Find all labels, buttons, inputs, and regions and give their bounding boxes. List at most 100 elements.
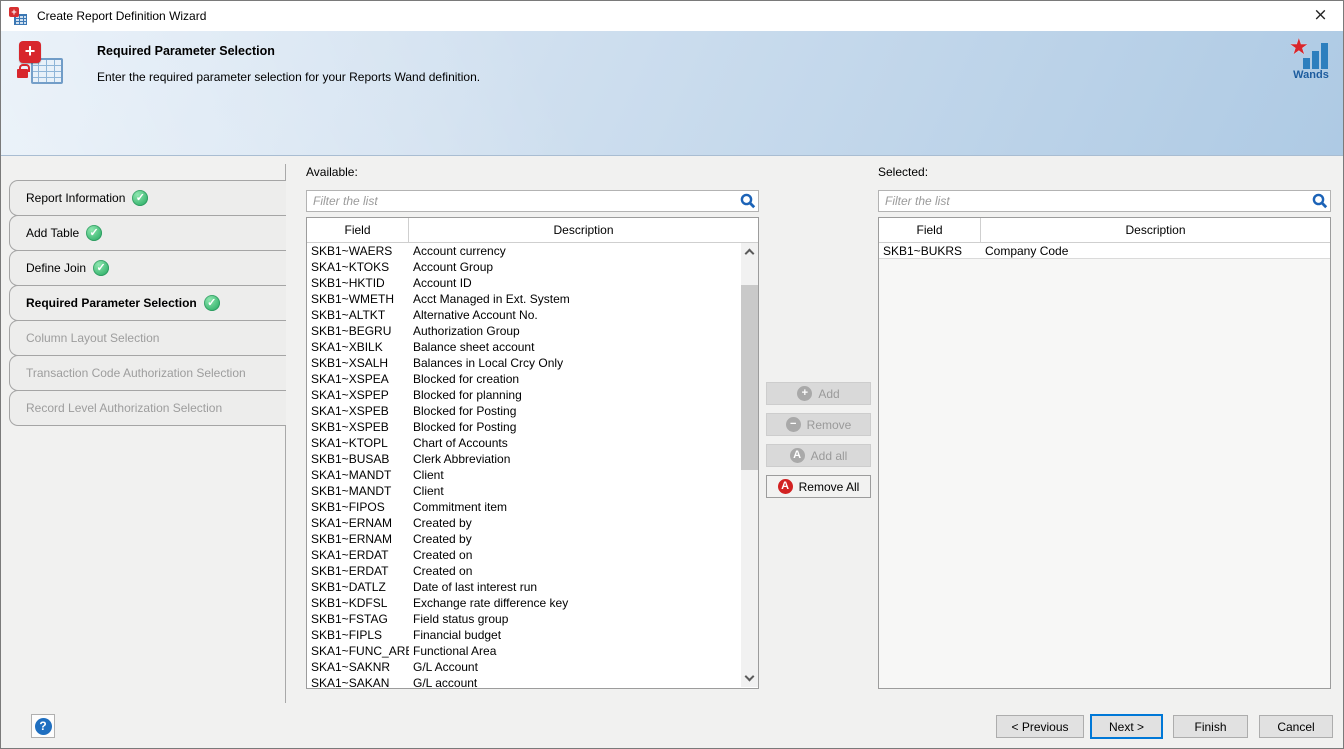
description-cell: Balance sheet account [409, 339, 741, 355]
available-label: Available: [306, 165, 358, 179]
table-row[interactable]: SKB1~WAERSAccount currency [307, 243, 741, 259]
checkmark-icon: ✓ [204, 295, 220, 311]
table-row[interactable]: SKB1~ALTKTAlternative Account No. [307, 307, 741, 323]
description-cell: G/L account [409, 675, 741, 688]
available-filter [306, 190, 759, 212]
step-label: Add Table [26, 226, 79, 240]
table-row[interactable]: SKB1~HKTIDAccount ID [307, 275, 741, 291]
table-row[interactable]: SKA1~XSPEBBlocked for Posting [307, 403, 741, 419]
field-cell: SKA1~XBILK [307, 339, 409, 355]
sidebar-step-define-join[interactable]: Define Join✓ [9, 250, 286, 286]
table-row[interactable]: SKA1~ERDATCreated on [307, 547, 741, 563]
column-header-field[interactable]: Field [879, 218, 981, 242]
table-row[interactable]: SKA1~FUNC_AREAFunctional Area [307, 643, 741, 659]
field-cell: SKB1~FSTAG [307, 611, 409, 627]
table-row[interactable]: SKA1~KTOPLChart of Accounts [307, 435, 741, 451]
vertical-scrollbar[interactable] [741, 243, 758, 687]
field-cell: SKA1~KTOPL [307, 435, 409, 451]
table-row[interactable]: SKB1~BUSABClerk Abbreviation [307, 451, 741, 467]
table-row[interactable]: SKB1~FSTAGField status group [307, 611, 741, 627]
scrollbar-thumb[interactable] [741, 285, 758, 470]
next-button[interactable]: Next > [1090, 714, 1163, 739]
description-cell: Financial budget [409, 627, 741, 643]
field-cell: SKB1~XSPEB [307, 419, 409, 435]
checkmark-icon: ✓ [93, 260, 109, 276]
button-label: Remove [807, 418, 852, 432]
table-row[interactable]: SKA1~SAKANG/L account [307, 675, 741, 688]
transfer-buttons: +Add −Remove A Add all ARemove All [766, 382, 871, 506]
column-header-field[interactable]: Field [307, 218, 409, 242]
table-row[interactable]: SKB1~WMETHAcct Managed in Ext. System [307, 291, 741, 307]
column-header-description[interactable]: Description [981, 218, 1330, 242]
scroll-down-icon[interactable] [741, 670, 758, 687]
button-label: Add all [811, 449, 848, 463]
column-header-description[interactable]: Description [409, 218, 758, 242]
table-row[interactable]: SKB1~FIPLSFinancial budget [307, 627, 741, 643]
available-filter-input[interactable] [307, 191, 738, 211]
checkmark-icon: ✓ [132, 190, 148, 206]
sidebar-step-transaction-code-authorization-selection: Transaction Code Authorization Selection [9, 355, 286, 391]
selected-table: Field Description SKB1~BUKRSCompany Code [878, 217, 1331, 689]
table-row[interactable]: SKB1~DATLZDate of last interest run [307, 579, 741, 595]
description-cell: Blocked for creation [409, 371, 741, 387]
scroll-up-icon[interactable] [741, 243, 758, 260]
field-cell: SKB1~KDFSL [307, 595, 409, 611]
table-row[interactable]: SKB1~BEGRUAuthorization Group [307, 323, 741, 339]
remove-all-button[interactable]: ARemove All [766, 475, 871, 498]
table-row[interactable]: SKB1~BUKRSCompany Code [879, 243, 1330, 259]
field-cell: SKA1~XSPEA [307, 371, 409, 387]
available-table-header: Field Description [307, 218, 758, 243]
search-icon[interactable] [1310, 191, 1330, 211]
add-button: +Add [766, 382, 871, 405]
field-cell: SKB1~WAERS [307, 243, 409, 259]
add-all-icon: A [790, 448, 805, 463]
table-row[interactable]: SKB1~MANDTClient [307, 483, 741, 499]
plus-badge-icon: + [19, 41, 41, 63]
step-label: Column Layout Selection [26, 331, 159, 345]
finish-button[interactable]: Finish [1173, 715, 1248, 738]
sidebar-step-required-parameter-selection[interactable]: Required Parameter Selection✓ [9, 285, 286, 321]
sidebar-step-report-information[interactable]: Report Information✓ [9, 180, 286, 216]
table-row[interactable]: SKA1~MANDTClient [307, 467, 741, 483]
field-cell: SKA1~ERDAT [307, 547, 409, 563]
close-button[interactable]: × [1298, 1, 1343, 30]
remove-icon: − [786, 417, 801, 432]
field-cell: SKA1~MANDT [307, 467, 409, 483]
table-row[interactable]: SKA1~KTOKSAccount Group [307, 259, 741, 275]
description-cell: Exchange rate difference key [409, 595, 741, 611]
table-row[interactable]: SKA1~XSPEABlocked for creation [307, 371, 741, 387]
description-cell: Created by [409, 515, 741, 531]
question-mark-icon: ? [35, 718, 52, 735]
wizard-steps: Report Information✓Add Table✓Define Join… [9, 181, 286, 426]
description-cell: Field status group [409, 611, 741, 627]
description-cell: Client [409, 483, 741, 499]
page-title: Required Parameter Selection [97, 44, 275, 58]
sidebar-step-add-table[interactable]: Add Table✓ [9, 215, 286, 251]
wizard-header: + Required Parameter Selection Enter the… [1, 31, 1343, 156]
selected-table-body: SKB1~BUKRSCompany Code [879, 243, 1330, 688]
table-row[interactable]: SKA1~XSPEPBlocked for planning [307, 387, 741, 403]
title-bar: + Create Report Definition Wizard × [1, 1, 1343, 31]
table-row[interactable]: SKB1~XSALHBalances in Local Crcy Only [307, 355, 741, 371]
sidebar-step-record-level-authorization-selection: Record Level Authorization Selection [9, 390, 286, 426]
help-button[interactable]: ? [31, 714, 55, 738]
previous-button[interactable]: < Previous [996, 715, 1084, 738]
table-row[interactable]: SKB1~ERDATCreated on [307, 563, 741, 579]
available-table-body: SKB1~WAERSAccount currencySKA1~KTOKSAcco… [307, 243, 741, 688]
table-row[interactable]: SKB1~KDFSLExchange rate difference key [307, 595, 741, 611]
selected-filter [878, 190, 1331, 212]
wands-logo: ★ Wands [1289, 41, 1333, 85]
table-row[interactable]: SKB1~XSPEBBlocked for Posting [307, 419, 741, 435]
selected-filter-input[interactable] [879, 191, 1310, 211]
table-row[interactable]: SKA1~XBILKBalance sheet account [307, 339, 741, 355]
table-row[interactable]: SKA1~SAKNRG/L Account [307, 659, 741, 675]
field-cell: SKA1~FUNC_AREA [307, 643, 409, 659]
table-row[interactable]: SKA1~ERNAMCreated by [307, 515, 741, 531]
table-row[interactable]: SKB1~ERNAMCreated by [307, 531, 741, 547]
remove-all-icon: A [778, 479, 793, 494]
report-parameter-icon: + [15, 41, 65, 91]
table-row[interactable]: SKB1~FIPOSCommitment item [307, 499, 741, 515]
search-icon[interactable] [738, 191, 758, 211]
add-icon: + [797, 386, 812, 401]
cancel-button[interactable]: Cancel [1259, 715, 1333, 738]
